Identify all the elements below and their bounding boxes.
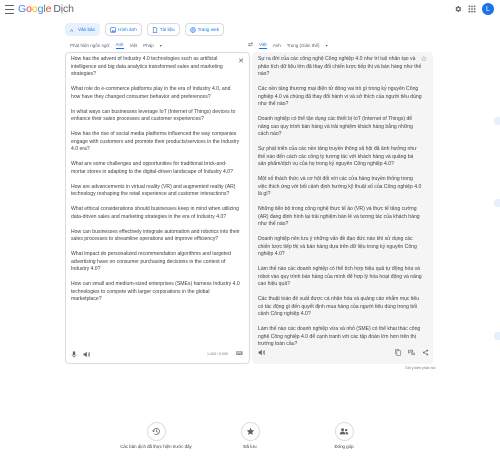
target-lang-chinese[interactable]: Trung (Giản thể) [287,43,320,48]
source-lang-vietnamese[interactable]: Việt [130,43,138,48]
translation-paragraph: Doanh nghiệp có thể tận dụng các thiết b… [258,116,413,137]
side-assistant-icon[interactable] [494,117,500,125]
source-textarea[interactable]: How has the advent of Industry 4.0 techn… [71,56,241,311]
source-paragraph: How has the advent of Industry 4.0 techn… [71,56,223,77]
translation-paragraph: Các thuật toán đề xuất được cá nhân hóa … [258,296,420,317]
translation-paragraph: Doanh nghiệp nên lưu ý những vấn đề đạo … [258,236,417,257]
keyboard-icon[interactable]: ⌨ [236,351,243,357]
contribute-button[interactable]: Đóng góp [314,422,374,449]
translation-panel: Sự ra đời của các công nghệ Công nghiệp … [252,52,433,364]
mode-image[interactable]: Hình ảnh [105,23,142,36]
settings-icon[interactable] [454,5,462,13]
listen-source-icon[interactable] [83,351,90,358]
mode-document[interactable]: Tài liệu [146,23,180,36]
source-paragraph: How can businesses effectively integrate… [71,228,240,243]
source-footer: 1.403 / 5.000 ⌨ [71,349,246,359]
image-icon [110,26,116,33]
translation-paragraph: Các nền tảng thương mại điện tử đóng vai… [258,86,422,107]
source-paragraph: What ethical considerations should busin… [71,206,239,220]
character-counter: 1.403 / 5.000 [207,352,228,356]
save-star-icon[interactable]: ☆ [421,55,427,63]
top-app-bar: Google Dịch L [0,0,500,20]
clear-text-icon[interactable]: ✕ [238,57,244,65]
text-icon: A [70,27,74,32]
source-lang-detect[interactable]: Phát hiện ngôn ngữ [70,43,110,48]
history-button[interactable]: Các bản dịch đã thực hiện trước đây [120,422,192,449]
avatar[interactable]: L [482,3,494,15]
document-icon [152,26,157,33]
target-lang-vietnamese[interactable]: Việt [259,42,267,49]
send-feedback-link[interactable]: Gửi ý kiến phản hồi [405,366,435,370]
history-icon [151,428,160,435]
google-translate-logo[interactable]: Google Dịch [18,3,74,15]
source-language-tabs: Phát hiện ngôn ngữ Anh Việt Pháp ▾ [70,40,162,50]
source-lang-french[interactable]: Pháp [143,43,154,48]
microphone-icon[interactable] [71,350,77,358]
mode-website[interactable]: Trang web [184,23,225,36]
rate-translation-icon[interactable] [408,349,415,356]
target-lang-english[interactable]: Anh [273,43,281,48]
swap-languages-icon[interactable]: ⇄ [248,41,253,48]
source-paragraph: What are some challenges and opportuniti… [71,161,233,175]
target-language-tabs: Việt Anh Trung (Giản thể) ▾ [259,40,328,50]
translation-paragraph: Sự ra đời của các công nghệ Công nghiệp … [258,56,422,77]
people-icon [339,428,349,435]
source-paragraph: In what ways can businesses leverage IoT… [71,108,236,123]
saved-button[interactable]: Đã lưu [220,422,280,449]
translation-paragraph: Một số thách thức và cơ hội đối với các … [258,176,422,197]
mode-text[interactable]: A Văn bản [65,23,101,36]
logo-suffix: Dịch [53,3,74,15]
share-icon[interactable] [422,349,429,356]
translation-paragraph: Làm thế nào các doanh nghiệp có thể tích… [258,266,422,287]
globe-icon [189,26,196,33]
source-paragraph: What role do e-commerce platforms play i… [71,86,231,100]
translation-paragraph: Những tiến bộ trong công nghệ thực tế ảo… [258,206,420,227]
star-icon [246,427,254,435]
source-text-panel[interactable]: How has the advent of Industry 4.0 techn… [65,52,250,364]
copy-icon[interactable] [395,349,401,356]
translation-footer [258,349,429,359]
chevron-down-icon[interactable]: ▾ [326,43,328,48]
chevron-down-icon[interactable]: ▾ [160,43,162,48]
menu-icon[interactable] [5,5,14,14]
mode-selector: A Văn bản Hình ảnh Tài liệu Trang web [65,23,225,36]
side-assistant-icon[interactable] [494,332,500,340]
svg-text:A: A [70,27,74,32]
translation-output: Sự ra đời của các công nghệ Công nghiệp … [258,56,422,356]
translation-paragraph: Làm thế nào các doanh nghiệp vừa và nhỏ … [258,326,421,347]
side-assistant-icon[interactable] [494,199,500,207]
source-paragraph: How are advancements in virtual reality … [71,183,236,198]
translation-paragraph: Sự phát triển của các nền tảng truyền th… [258,146,417,167]
apps-grid-icon[interactable] [468,5,476,13]
language-bar: Phát hiện ngôn ngữ Anh Việt Pháp ▾ ⇄ Việ… [65,40,433,52]
source-paragraph: What impact do personalized recommendati… [71,251,231,272]
source-lang-english[interactable]: Anh [116,42,124,49]
source-paragraph: How has the rise of social media platfor… [71,131,240,152]
source-paragraph: How can small and medium-sized enterpris… [71,281,240,302]
bottom-actions: Các bản dịch đã thực hiện trước đây Đã l… [0,422,500,449]
